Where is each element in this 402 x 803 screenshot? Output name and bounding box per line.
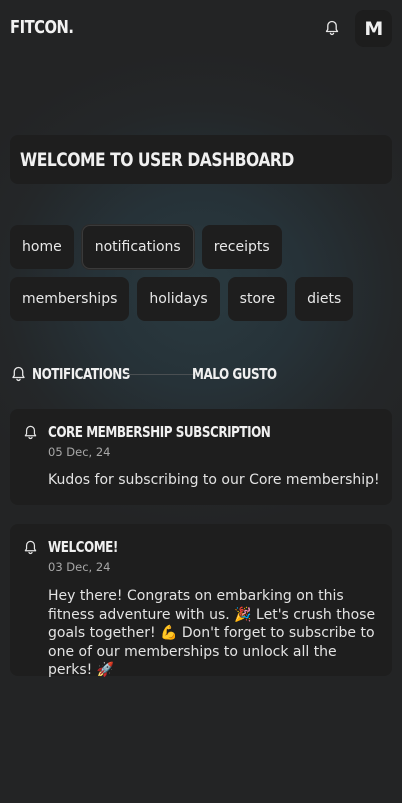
section-title: NOTIFICATIONS bbox=[32, 365, 131, 383]
nav-home[interactable]: home bbox=[10, 225, 74, 269]
user-avatar[interactable]: M bbox=[355, 10, 392, 47]
notification-card[interactable]: WELCOME! 03 Dec, 24 Hey there! Congrats … bbox=[10, 524, 392, 678]
avatar-initial: M bbox=[364, 17, 383, 40]
bell-icon bbox=[24, 540, 37, 555]
notification-body: Kudos for subscribing to our Core member… bbox=[48, 472, 380, 488]
nav-notifications[interactable]: notifications bbox=[81, 225, 194, 269]
notification-title: CORE MEMBERSHIP SUBSCRIPTION bbox=[48, 423, 271, 441]
notification-date: 05 Dec, 24 bbox=[48, 445, 111, 459]
nav-store[interactable]: store bbox=[227, 277, 288, 321]
nav-receipts[interactable]: receipts bbox=[201, 225, 282, 269]
bell-icon bbox=[12, 366, 25, 382]
section-divider bbox=[125, 374, 197, 375]
top-bar: FITCON. M bbox=[0, 0, 402, 58]
notification-body: Hey there! Congrats on embarking on this… bbox=[48, 588, 376, 678]
notification-card[interactable]: CORE MEMBERSHIP SUBSCRIPTION 05 Dec, 24 … bbox=[10, 409, 392, 505]
nav-row-2: memberships holidays store diets bbox=[10, 277, 392, 321]
user-name: MALO GUSTO bbox=[192, 365, 277, 383]
nav-holidays[interactable]: holidays bbox=[137, 277, 220, 321]
bell-icon bbox=[24, 425, 37, 440]
page-title: WELCOME TO USER DASHBOARD bbox=[20, 148, 294, 171]
bell-icon[interactable] bbox=[324, 19, 340, 37]
notification-title: WELCOME! bbox=[48, 538, 118, 556]
notification-date: 03 Dec, 24 bbox=[48, 560, 111, 574]
nav-diets[interactable]: diets bbox=[295, 277, 354, 321]
app-logo[interactable]: FITCON. bbox=[10, 17, 74, 38]
nav-memberships[interactable]: memberships bbox=[10, 277, 130, 321]
welcome-banner: WELCOME TO USER DASHBOARD bbox=[10, 135, 392, 184]
dashboard-nav: home notifications receipts memberships … bbox=[10, 225, 392, 329]
notifications-header: NOTIFICATIONS MALO GUSTO bbox=[10, 363, 392, 385]
nav-row-1: home notifications receipts bbox=[10, 225, 392, 269]
